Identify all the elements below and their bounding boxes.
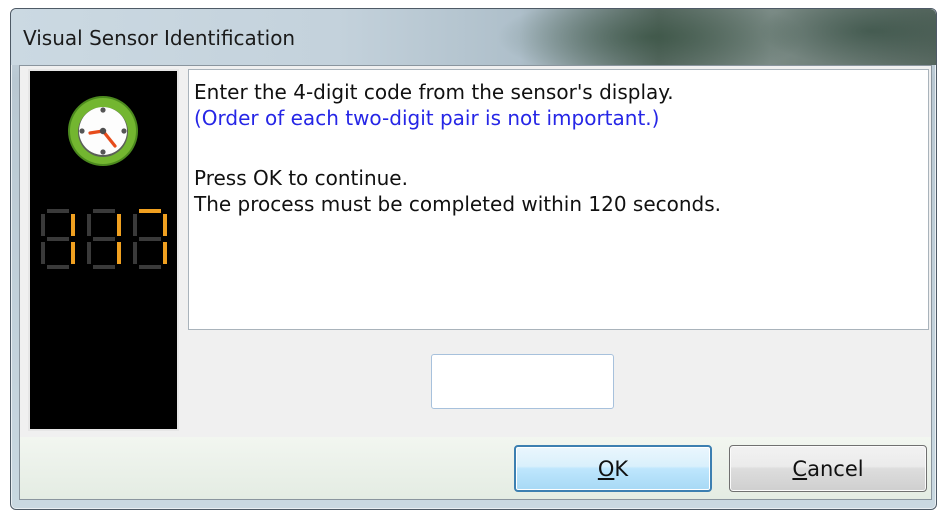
- ok-mnemonic: O: [597, 456, 615, 481]
- clock-icon: [68, 96, 138, 166]
- window-title: Visual Sensor Identification: [23, 26, 296, 50]
- ok-label: K: [614, 456, 629, 481]
- cancel-mnemonic: C: [792, 456, 808, 481]
- title-bar[interactable]: Visual Sensor Identification: [11, 9, 936, 65]
- hint-text: (Order of each two-digit pair is not imp…: [194, 106, 660, 130]
- digit-1: [41, 209, 75, 269]
- message-box: Enter the 4-digit code from the sensor's…: [188, 69, 929, 330]
- cancel-button[interactable]: Cancel: [729, 445, 927, 492]
- digit-3: [133, 209, 167, 269]
- continue-text: Press OK to continue.: [194, 166, 408, 190]
- digit-2: [87, 209, 121, 269]
- cancel-label: ancel: [807, 456, 864, 481]
- ok-button[interactable]: OK: [514, 445, 712, 492]
- dialog-window: Visual Sensor Identification Enter the 4…: [10, 8, 937, 510]
- timeout-text: The process must be completed within 120…: [194, 192, 722, 216]
- dialog-content: Enter the 4-digit code from the sensor's…: [19, 65, 932, 439]
- sensor-panel: [28, 69, 179, 431]
- code-input[interactable]: [431, 354, 614, 409]
- instruction-text: Enter the 4-digit code from the sensor's…: [194, 80, 674, 104]
- seven-segment-display: [41, 209, 167, 269]
- button-bar: OK Cancel: [19, 437, 932, 500]
